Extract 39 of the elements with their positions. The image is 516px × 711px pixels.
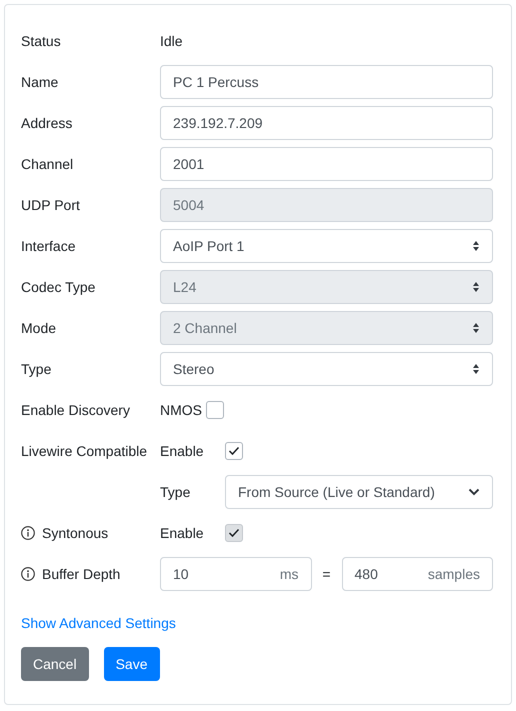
field-label: Address [21, 115, 72, 131]
field-label: Channel [21, 156, 74, 172]
field-label: Status [21, 33, 61, 49]
field-label: Enable Discovery [21, 402, 130, 418]
checkbox[interactable] [206, 401, 224, 419]
check-icon [228, 528, 240, 538]
updown-icon [472, 363, 480, 375]
field-label: Name [21, 74, 58, 90]
checkbox[interactable] [225, 442, 243, 460]
field-label: Mode [21, 320, 56, 336]
field-label: Livewire Compatible [21, 443, 148, 459]
updown-icon [472, 322, 480, 334]
option-label: Type [160, 484, 192, 500]
chevron-down-icon [468, 488, 480, 496]
select-field[interactable]: AoIP Port 1 [160, 229, 493, 263]
advanced-settings-link[interactable]: Show Advanced Settings [21, 615, 176, 631]
option-label: Enable [160, 525, 205, 541]
text-field[interactable]: PC 1 Percuss [160, 65, 493, 99]
updown-icon [472, 281, 480, 293]
text-field[interactable]: 239.192.7.209 [160, 106, 493, 140]
field-label: Type [21, 361, 52, 377]
field-label: Interface [21, 238, 76, 254]
check-icon [228, 446, 240, 456]
option-label: NMOS [160, 402, 202, 418]
save-button[interactable]: Save [104, 647, 160, 681]
field-label: Syntonous [42, 525, 108, 541]
field-label: Buffer Depth [42, 566, 120, 582]
text-field[interactable]: 2001 [160, 147, 493, 181]
select-field[interactable]: From Source (Live or Standard) [225, 475, 493, 509]
option-label: Enable [160, 443, 205, 459]
select-field[interactable]: Stereo [160, 352, 493, 386]
updown-icon [472, 240, 480, 252]
status-value: Idle [160, 33, 183, 49]
number-field[interactable]: 10 ms [160, 557, 312, 591]
equals-sign: = [321, 566, 332, 582]
number-field[interactable]: 480 samples [342, 557, 493, 591]
cancel-button[interactable]: Cancel [21, 647, 89, 681]
field-label: UDP Port [21, 197, 80, 213]
field-label: Codec Type [21, 279, 96, 295]
